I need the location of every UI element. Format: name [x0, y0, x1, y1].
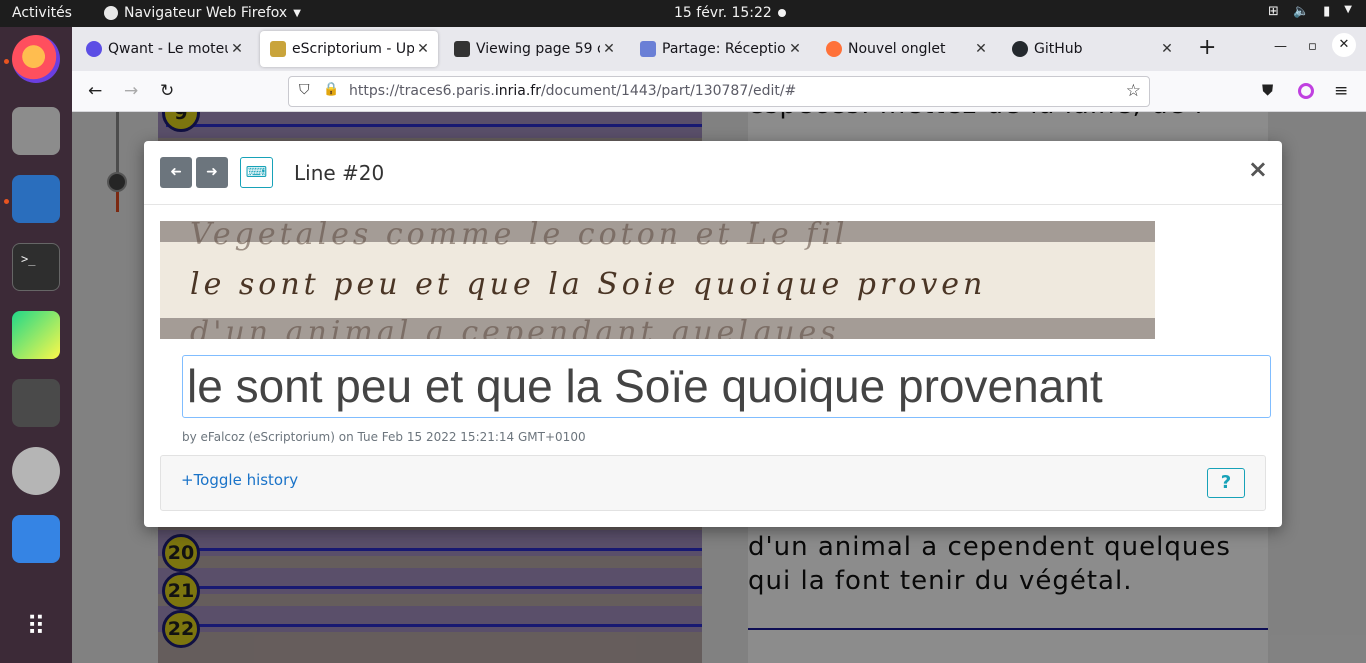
github-icon: [1012, 41, 1028, 57]
pocket-icon[interactable]: ⛊: [1262, 81, 1273, 99]
shield-icon[interactable]: ⛉: [299, 82, 310, 98]
app-name: Navigateur Web Firefox: [124, 5, 288, 21]
database-icon[interactable]: [12, 447, 60, 495]
keyboard-button[interactable]: ⌨: [240, 157, 273, 188]
terminal-icon[interactable]: >_: [12, 243, 60, 291]
tab-qwant[interactable]: Qwant - Le moteur ✕: [76, 31, 252, 67]
new-tab-icon[interactable]: +: [1198, 35, 1216, 60]
tab-viewing-page[interactable]: Viewing page 59 of ✕: [444, 31, 624, 67]
screenshot-icon[interactable]: [12, 515, 60, 563]
close-window-icon[interactable]: ✕: [1332, 33, 1356, 57]
battery-icon: ▮: [1323, 4, 1331, 19]
next-line-button[interactable]: ➜: [196, 157, 228, 188]
line-edit-modal: ➜ ➜ ⌨ Line #20 × Vegetales comme le coto…: [144, 141, 1282, 527]
url-text: https://traces6.paris.inria.fr/document/…: [349, 83, 797, 99]
close-tab-icon[interactable]: ✕: [972, 41, 990, 57]
modal-title: Line #20: [294, 161, 385, 185]
close-tab-icon[interactable]: ✕: [228, 41, 246, 57]
arrow-left-icon: ➜: [170, 164, 182, 180]
tab-escriptorium[interactable]: eScriptorium - Upda ✕: [260, 31, 438, 67]
reload-icon[interactable]: ↻: [160, 81, 174, 101]
menu-icon[interactable]: ≡: [1334, 81, 1348, 101]
firefox-icon: [826, 41, 842, 57]
network-icon: ⊞: [1268, 4, 1279, 19]
history-panel: +Toggle history ?: [160, 455, 1266, 511]
url-bar[interactable]: ⛉ 🔒 https://traces6.paris.inria.fr/docum…: [288, 76, 1150, 107]
running-indicator: [4, 59, 9, 64]
activities-button[interactable]: Activités: [12, 5, 72, 21]
toggle-history-link[interactable]: +Toggle history: [181, 471, 298, 489]
close-tab-icon[interactable]: ✕: [786, 41, 804, 57]
tab-new[interactable]: Nouvel onglet ✕: [816, 31, 996, 67]
document-icon: [454, 41, 470, 57]
qwant-icon: [86, 41, 102, 57]
tab-strip: Qwant - Le moteur ✕ eScriptorium - Upda …: [72, 27, 1366, 71]
tab-github[interactable]: GitHub ✕: [1002, 31, 1182, 67]
chevron-down-icon: ▼: [1344, 4, 1352, 15]
firefox-icon[interactable]: [12, 35, 60, 83]
files-icon[interactable]: [12, 107, 60, 155]
dock: >_ ⠿: [0, 27, 72, 663]
clock[interactable]: 15 févr. 15:22: [674, 5, 772, 21]
minimize-icon[interactable]: —: [1274, 39, 1287, 54]
writer-icon[interactable]: [12, 175, 60, 223]
help-button[interactable]: ?: [1207, 468, 1245, 498]
close-tab-icon[interactable]: ✕: [600, 41, 618, 57]
sublime-icon[interactable]: [12, 379, 60, 427]
running-indicator: [4, 199, 9, 204]
transcription-input[interactable]: le sont peu et que la Soïe quoique prove…: [182, 355, 1271, 418]
share-icon: [640, 41, 656, 57]
modal-header: ➜ ➜ ⌨ Line #20 ×: [144, 141, 1282, 205]
notification-dot: [778, 9, 786, 17]
forward-icon[interactable]: →: [124, 81, 138, 101]
arrow-right-icon: ➜: [206, 164, 218, 180]
previous-line-button[interactable]: ➜: [160, 157, 192, 188]
version-byline: by eFalcoz (eScriptorium) on Tue Feb 15 …: [182, 430, 586, 444]
chevron-down-icon: ▼: [293, 7, 301, 19]
close-modal-button[interactable]: ×: [1248, 155, 1268, 183]
qwant-extension-icon[interactable]: [1298, 83, 1314, 99]
navigation-toolbar: ← → ↻ ⛉ 🔒 https://traces6.paris.inria.fr…: [72, 71, 1366, 112]
restore-icon[interactable]: ▫: [1308, 39, 1317, 54]
show-apps-icon[interactable]: ⠿: [12, 603, 60, 651]
line-image: Vegetales comme le coton et Le fil le so…: [160, 221, 1155, 339]
keyboard-icon: ⌨: [245, 163, 268, 181]
back-icon[interactable]: ←: [88, 81, 102, 101]
system-tray[interactable]: ⊞ 🔈 ▮ ▼: [1268, 4, 1352, 19]
escriptorium-icon: [270, 41, 286, 57]
star-icon[interactable]: ☆: [1126, 81, 1141, 101]
tab-partage[interactable]: Partage: Réception ✕: [630, 31, 810, 67]
close-tab-icon[interactable]: ✕: [1158, 41, 1176, 57]
volume-icon: 🔈: [1292, 4, 1310, 19]
pycharm-icon[interactable]: [12, 311, 60, 359]
app-menu[interactable]: Navigateur Web Firefox ▼: [104, 5, 301, 21]
close-tab-icon[interactable]: ✕: [414, 41, 432, 57]
firefox-icon: [104, 6, 118, 20]
lock-icon[interactable]: 🔒: [323, 82, 339, 97]
system-top-bar: Activités Navigateur Web Firefox ▼ 15 fé…: [0, 0, 1366, 27]
